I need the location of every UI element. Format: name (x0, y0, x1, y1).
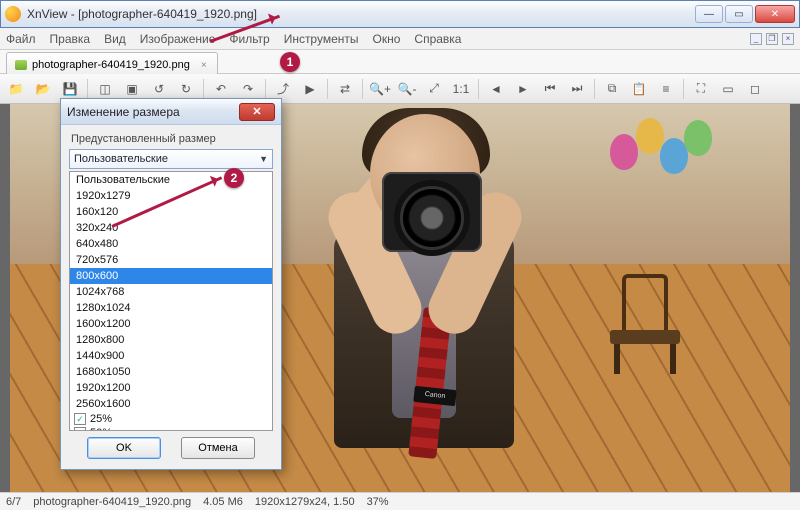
last-icon[interactable]: ⏭ (565, 77, 589, 101)
menu-tools[interactable]: Инструменты (284, 32, 359, 46)
fullscreen-icon[interactable]: ⛶ (689, 77, 713, 101)
zoom-fit-icon[interactable]: ⤢ (422, 77, 446, 101)
document-tabstrip: photographer-640419_1920.png × (0, 50, 800, 74)
dialog-title: Изменение размера (67, 105, 180, 119)
image-file-icon (15, 60, 27, 70)
preset-size-label: Предустановленный размер (71, 133, 273, 145)
fit-window-icon[interactable]: ▭ (716, 77, 740, 101)
mdi-restore-icon[interactable]: ❐ (766, 33, 778, 45)
rotate-ccw-icon[interactable]: ↺ (147, 77, 171, 101)
percent-label: 25% (90, 412, 112, 426)
chevron-down-icon: ▼ (259, 154, 268, 164)
mdi-minimize-icon[interactable]: _ (750, 33, 762, 45)
preset-option[interactable]: 1440x900 (70, 348, 272, 364)
preset-size-listbox[interactable]: Пользовательские1920x1279160x120320x2406… (69, 171, 273, 431)
ok-button[interactable]: OK (87, 437, 161, 459)
mdi-close-icon[interactable]: × (782, 33, 794, 45)
menu-window[interactable]: Окно (373, 32, 401, 46)
cancel-button[interactable]: Отмена (181, 437, 255, 459)
window-titlebar: XnView - [photographer-640419_1920.png] … (0, 0, 800, 28)
status-bar: 6/7 photographer-640419_1920.png 4.05 M6… (0, 492, 800, 510)
slideshow-icon[interactable]: ▶ (298, 77, 322, 101)
combobox-value: Пользовательские (74, 153, 168, 165)
prev-icon[interactable]: ◄ (484, 77, 508, 101)
annotation-marker-1: 1 (280, 52, 300, 72)
open-icon[interactable]: 📂 (31, 77, 55, 101)
document-tab[interactable]: photographer-640419_1920.png × (6, 52, 218, 74)
preset-option[interactable]: 2560x1600 (70, 396, 272, 412)
dialog-titlebar[interactable]: Изменение размера ✕ (61, 99, 281, 125)
undo-icon[interactable]: ↶ (209, 77, 233, 101)
annotation-marker-2: 2 (224, 168, 244, 188)
preset-option[interactable]: 640x480 (70, 236, 272, 252)
zoom-in-icon[interactable]: 🔍+ (368, 77, 392, 101)
tab-label: photographer-640419_1920.png (32, 59, 190, 71)
minimize-button[interactable]: — (695, 5, 723, 23)
rotate-cw-icon[interactable]: ↻ (174, 77, 198, 101)
status-dimensions: 1920x1279x24, 1.50 (255, 496, 355, 508)
maximize-button[interactable]: ▭ (725, 5, 753, 23)
preset-option[interactable]: 1680x1050 (70, 364, 272, 380)
resize-dialog: Изменение размера ✕ Предустановленный ра… (60, 98, 282, 470)
crop-icon[interactable]: ◫ (93, 77, 117, 101)
preset-option[interactable]: 1920x1200 (70, 380, 272, 396)
preset-option[interactable]: 1024x768 (70, 284, 272, 300)
preset-option[interactable]: 160x120 (70, 204, 272, 220)
menu-view[interactable]: Вид (104, 32, 126, 46)
menu-help[interactable]: Справка (414, 32, 461, 46)
menu-edit[interactable]: Правка (50, 32, 91, 46)
browse-folder-icon[interactable]: 📁 (4, 77, 28, 101)
preset-size-combobox[interactable]: Пользовательские ▼ (69, 149, 273, 169)
checkbox-icon[interactable]: ✓ (74, 413, 86, 425)
tab-close-icon[interactable]: × (201, 60, 207, 71)
convert-icon[interactable]: ⇄ (333, 77, 357, 101)
window-title: XnView - [photographer-640419_1920.png] (27, 7, 695, 21)
paste-icon[interactable]: 📋 (627, 77, 651, 101)
preset-option[interactable]: 1280x1024 (70, 300, 272, 316)
preset-option[interactable]: 320x240 (70, 220, 272, 236)
close-button[interactable]: ✕ (755, 5, 795, 23)
preset-option[interactable]: 1280x800 (70, 332, 272, 348)
app-icon (5, 6, 21, 22)
status-filename: photographer-640419_1920.png (33, 496, 191, 508)
zoom-out-icon[interactable]: 🔍- (395, 77, 419, 101)
save-icon[interactable]: 💾 (58, 77, 82, 101)
preset-option[interactable]: 720x576 (70, 252, 272, 268)
first-icon[interactable]: ⏮ (538, 77, 562, 101)
status-zoom: 37% (367, 496, 389, 508)
dialog-close-button[interactable]: ✕ (239, 103, 275, 121)
export-icon[interactable]: ⤴ (271, 77, 295, 101)
preset-option[interactable]: 800x600 (70, 268, 272, 284)
copy-icon[interactable]: ⧉ (600, 77, 624, 101)
next-icon[interactable]: ► (511, 77, 535, 101)
resize-canvas-icon[interactable]: ▣ (120, 77, 144, 101)
compare-icon[interactable]: ≡ (654, 77, 678, 101)
status-filesize: 4.05 M6 (203, 496, 243, 508)
percent-option[interactable]: ✓ 25% (70, 412, 272, 426)
status-index: 6/7 (6, 496, 21, 508)
actual-size-icon[interactable]: ◻ (743, 77, 767, 101)
preset-option[interactable]: 1600x1200 (70, 316, 272, 332)
menu-bar: Файл Правка Вид Изображение Фильтр Инстр… (0, 28, 800, 50)
menu-file[interactable]: Файл (6, 32, 36, 46)
zoom-reset-icon[interactable]: 1:1 (449, 77, 473, 101)
menu-image[interactable]: Изображение (140, 32, 216, 46)
redo-icon[interactable]: ↷ (236, 77, 260, 101)
